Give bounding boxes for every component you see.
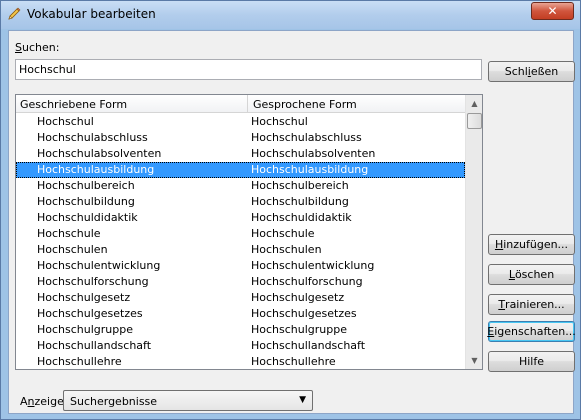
spoken-form-cell: Hochschuldidaktik: [251, 211, 352, 224]
written-form-cell: Hochschulabsolventen: [37, 147, 162, 160]
window-title: Vokabular bearbeiten: [27, 7, 156, 21]
written-form-cell: Hochschulen: [37, 243, 108, 256]
train-button[interactable]: Trainieren...: [488, 294, 575, 315]
list-item[interactable]: Hochschulabsolventen Hochschulabsolventen: [16, 146, 465, 162]
properties-button-label: igenschaften...: [494, 325, 576, 338]
search-input-value: Hochschul: [19, 63, 76, 76]
spoken-form-cell: Hochschule: [251, 227, 315, 240]
written-form-cell: Hochschullehre: [37, 355, 122, 368]
train-button-accel: T: [498, 298, 506, 311]
written-form-cell: Hochschuldidaktik: [37, 211, 138, 224]
display-label-accel: n: [27, 395, 35, 408]
display-label: Anzeige:: [20, 395, 68, 408]
close-button[interactable]: Schl i eßen: [488, 61, 575, 82]
spoken-form-cell: Hochschullehre: [251, 355, 336, 368]
list-item[interactable]: Hochschulen Hochschulen: [16, 242, 465, 258]
list-item[interactable]: Hochschulgruppe Hochschulgruppe: [16, 322, 465, 338]
spoken-form-cell: Hochschulausbildung: [251, 163, 369, 176]
column-separator[interactable]: [247, 95, 248, 113]
list-item[interactable]: Hochschullehre Hochschullehre: [16, 354, 465, 369]
close-icon: ✕: [547, 4, 558, 18]
add-button[interactable]: Hinzufügen...: [488, 234, 575, 255]
spoken-form-cell: Hochschulabschluss: [251, 131, 362, 144]
list-item[interactable]: Hochschulbereich Hochschulbereich: [16, 178, 465, 194]
dialog-client-area: Suchen: Hochschul Schl i eßen Geschriebene…: [8, 30, 576, 414]
display-select[interactable]: Suchergebnisse ▼: [63, 390, 313, 411]
spoken-form-cell: Hochschulbildung: [251, 195, 349, 208]
list-item[interactable]: Hochschule Hochschule: [16, 226, 465, 242]
written-form-cell: Hochschulgesetz: [37, 291, 131, 304]
written-form-cell: Hochschulforschung: [37, 275, 149, 288]
written-form-cell: Hochschullandschaft: [37, 339, 152, 352]
written-form-cell: Hochschul: [37, 115, 94, 128]
spoken-form-cell: Hochschulen: [251, 243, 322, 256]
list-item[interactable]: Hochschullandschaft Hochschullandschaft: [16, 338, 465, 354]
spoken-form-cell: Hochschulforschung: [251, 275, 363, 288]
list-header: Geschriebene Form Gesprochene Form: [16, 95, 465, 113]
help-button-label: Hilfe: [518, 355, 545, 368]
add-button-accel: H: [494, 238, 504, 251]
search-label-rest: uchen:: [21, 41, 60, 54]
vertical-scrollbar[interactable]: ▲ ▼: [465, 95, 482, 369]
list-item[interactable]: Hochschulausbildung Hochschulausbildung: [16, 162, 465, 178]
spoken-form-cell: Hochschulabsolventen: [251, 147, 376, 160]
written-form-cell: Hochschulausbildung: [37, 163, 155, 176]
close-button-label-a: Schl: [504, 65, 528, 78]
spoken-form-cell: Hochschulgruppe: [251, 323, 348, 336]
written-form-cell: Hochschulabschluss: [37, 131, 148, 144]
spoken-form-cell: Hochschulbereich: [251, 179, 349, 192]
written-form-cell: Hochschulgesetzes: [37, 307, 143, 320]
search-input[interactable]: Hochschul: [15, 59, 482, 80]
list-item[interactable]: Hochschulbildung Hochschulbildung: [16, 194, 465, 210]
close-button-label-b: eßen: [530, 65, 559, 78]
window-close-button[interactable]: ✕: [531, 2, 574, 20]
written-form-cell: Hochschule: [37, 227, 101, 240]
spoken-form-cell: Hochschulgesetzes: [251, 307, 357, 320]
scroll-up-icon[interactable]: ▲: [466, 95, 482, 112]
written-form-cell: Hochschulbereich: [37, 179, 135, 192]
display-label-a: A: [20, 395, 28, 408]
title-bar[interactable]: Vokabular bearbeiten ✕: [1, 1, 580, 29]
dialog-window: Vokabular bearbeiten ✕ Suchen: Hochschul…: [0, 0, 581, 420]
list-item[interactable]: Hochschulgesetzes Hochschulgesetzes: [16, 306, 465, 322]
spoken-form-cell: Hochschulentwicklung: [251, 259, 375, 272]
search-label: Suchen:: [15, 41, 59, 54]
display-select-value: Suchergebnisse: [70, 395, 158, 408]
column-header-spoken[interactable]: Gesprochene Form: [253, 98, 357, 111]
scrollbar-thumb[interactable]: [467, 113, 482, 129]
list-item[interactable]: Hochschulentwicklung Hochschulentwicklung: [16, 258, 465, 274]
pencil-icon: [8, 7, 21, 20]
list-item[interactable]: Hochschuldidaktik Hochschuldidaktik: [16, 210, 465, 226]
delete-button[interactable]: Löschen: [488, 264, 575, 285]
vocabulary-list[interactable]: Geschriebene Form Gesprochene Form Hochs…: [15, 94, 483, 370]
delete-button-label: öschen: [514, 268, 555, 281]
list-item[interactable]: Hochschulforschung Hochschulforschung: [16, 274, 465, 290]
list-item[interactable]: Hochschul Hochschul: [16, 114, 465, 130]
list-item[interactable]: Hochschulabschluss Hochschulabschluss: [16, 130, 465, 146]
properties-button-accel: E: [487, 325, 495, 338]
spoken-form-cell: Hochschul: [251, 115, 308, 128]
spoken-form-cell: Hochschullandschaft: [251, 339, 366, 352]
list-item[interactable]: Hochschulgesetz Hochschulgesetz: [16, 290, 465, 306]
add-button-label: inzufügen...: [503, 238, 569, 251]
spoken-form-cell: Hochschulgesetz: [251, 291, 345, 304]
help-button[interactable]: Hilfe: [488, 351, 575, 372]
written-form-cell: Hochschulgruppe: [37, 323, 134, 336]
train-button-label: rainieren...: [505, 298, 565, 311]
list-rows: Hochschul Hochschul Hochschulabschluss Hoch…: [16, 114, 465, 369]
written-form-cell: Hochschulbildung: [37, 195, 135, 208]
scroll-down-icon[interactable]: ▼: [466, 352, 482, 369]
written-form-cell: Hochschulentwicklung: [37, 259, 161, 272]
properties-button[interactable]: Eigenschaften...: [487, 321, 576, 342]
chevron-down-icon: ▼: [299, 395, 306, 405]
search-label-accel: S: [15, 41, 22, 54]
column-header-written[interactable]: Geschriebene Form: [20, 98, 127, 111]
